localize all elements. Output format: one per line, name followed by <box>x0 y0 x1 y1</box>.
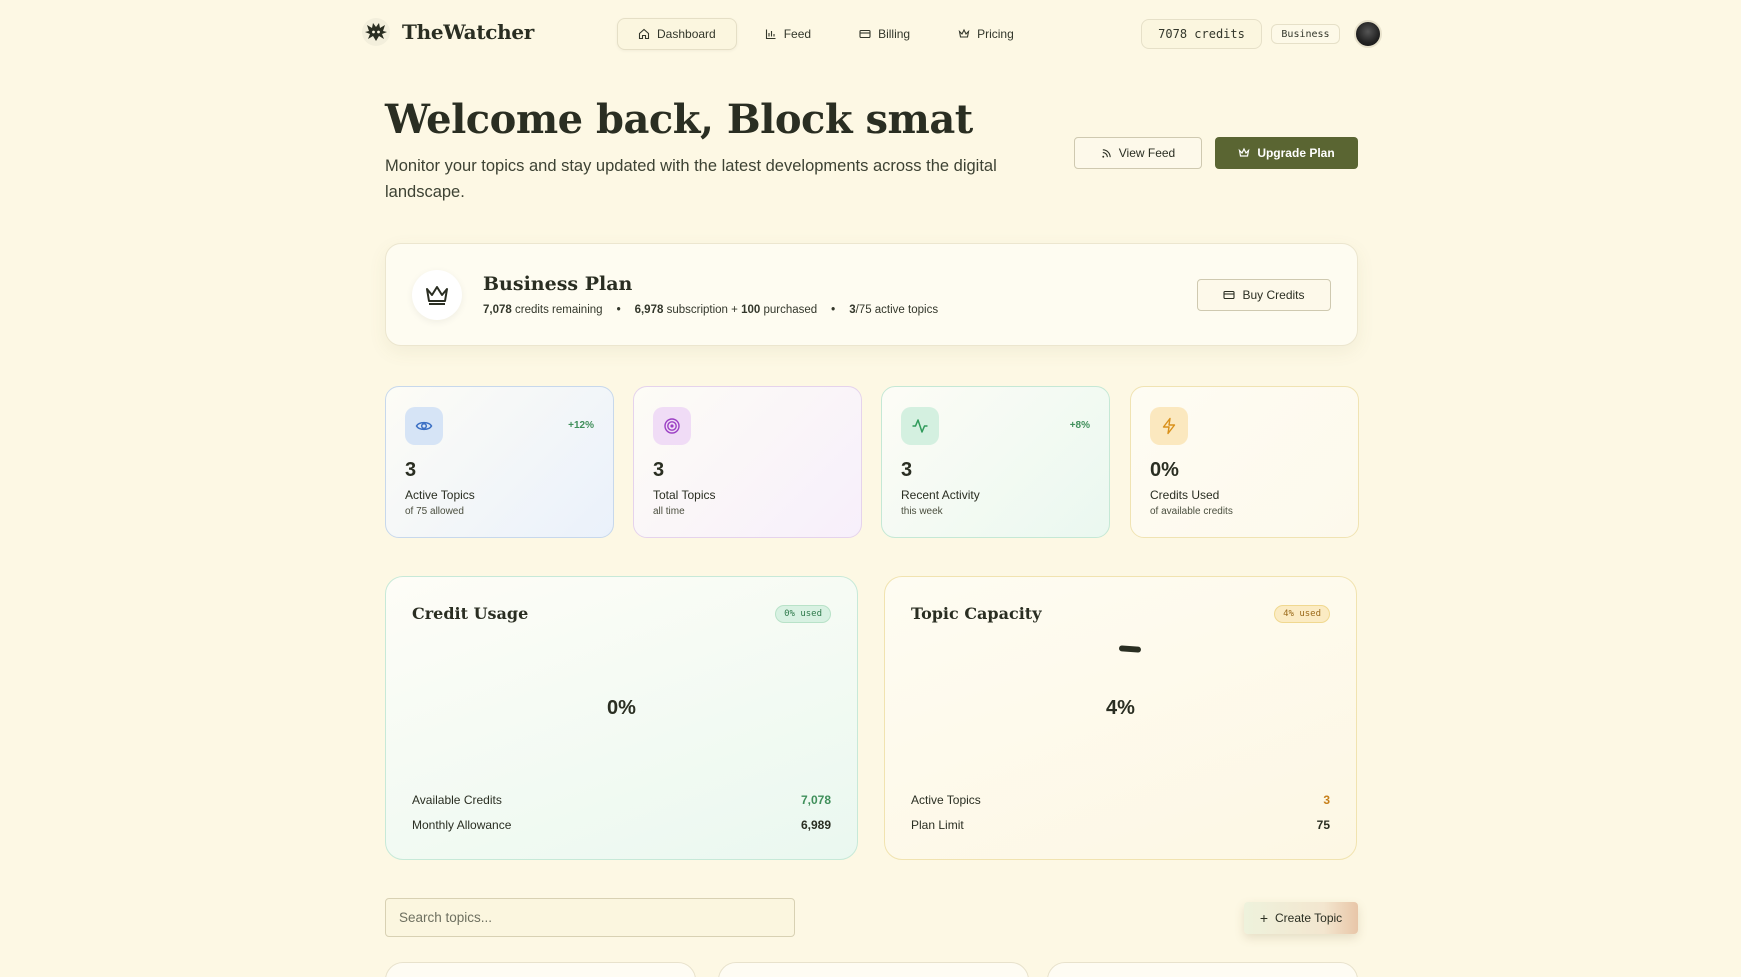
create-topic-button[interactable]: + Create Topic <box>1244 902 1358 934</box>
plan-limit-row: Plan Limit 75 <box>911 818 1330 832</box>
stat-sub: all time <box>653 506 685 517</box>
stat-label: Recent Activity <box>901 488 980 502</box>
crown-icon <box>958 28 970 38</box>
nav-billing-label: Billing <box>878 27 911 41</box>
stat-card-active-topics: +12% 3 Active Topics of 75 allowed <box>385 386 614 538</box>
plan-card: Business Plan 7,078 credits remaining • … <box>385 243 1358 346</box>
nav-billing[interactable]: Billing <box>839 18 930 50</box>
watcher-logo-icon <box>362 18 390 46</box>
stat-label: Credits Used <box>1150 488 1220 502</box>
topic-card[interactable] <box>718 962 1029 977</box>
stat-sub: this week <box>901 506 943 517</box>
bar-chart-icon <box>765 29 776 40</box>
nav-dashboard[interactable]: Dashboard <box>617 18 737 50</box>
create-topic-label: Create Topic <box>1275 911 1343 925</box>
credits-remaining-value: 7,078 <box>483 304 512 316</box>
stat-delta: +12% <box>568 420 594 431</box>
stat-label: Total Topics <box>653 488 716 502</box>
search-input[interactable] <box>385 898 795 937</box>
row-label: Available Credits <box>412 793 502 807</box>
brand-name: TheWatcher <box>402 20 535 44</box>
top-nav: TheWatcher Dashboard Feed Billing Pricin… <box>0 0 1741 68</box>
nav-feed[interactable]: Feed <box>745 18 831 50</box>
rss-icon <box>1102 148 1111 158</box>
stat-card-recent-activity: +8% 3 Recent Activity this week <box>881 386 1110 538</box>
activity-icon <box>901 407 939 445</box>
row-value: 7,078 <box>800 793 831 807</box>
card-icon <box>859 29 871 39</box>
plan-badge: Business <box>1271 24 1340 44</box>
credit-usage-title: Credit Usage <box>412 604 529 623</box>
credits-remaining-label: credits remaining <box>514 304 603 316</box>
card-icon <box>1223 290 1236 300</box>
stat-value: 0% <box>1150 459 1179 481</box>
row-label: Plan Limit <box>911 818 964 832</box>
topic-card[interactable] <box>1047 962 1358 977</box>
crown-icon <box>412 270 462 320</box>
topic-capacity-title: Topic Capacity <box>911 604 1042 623</box>
page-title: Welcome back, Block smat <box>385 96 973 143</box>
separator-dot: • <box>616 304 621 316</box>
active-topics-row: Active Topics 3 <box>911 793 1330 807</box>
upgrade-plan-button[interactable]: Upgrade Plan <box>1215 137 1358 169</box>
eye-icon <box>405 407 443 445</box>
credit-usage-percent: 0% <box>607 697 636 719</box>
view-feed-label: View Feed <box>1118 146 1176 160</box>
target-icon <box>653 407 691 445</box>
brand[interactable]: TheWatcher <box>362 18 534 46</box>
stat-sub: of 75 allowed <box>405 506 464 517</box>
credit-usage-panel: Credit Usage 0% used 0% Available Credit… <box>385 576 858 860</box>
stat-delta: +8% <box>1069 420 1090 431</box>
avatar[interactable] <box>1354 20 1382 48</box>
subscription-label: subscription + <box>666 304 738 316</box>
plan-title: Business Plan <box>483 273 633 295</box>
stat-label: Active Topics <box>405 488 475 502</box>
stat-card-total-topics: 3 Total Topics all time <box>633 386 862 538</box>
page-subtitle: Monitor your topics and stay updated wit… <box>385 157 997 201</box>
nav-dashboard-label: Dashboard <box>657 27 716 41</box>
row-label: Monthly Allowance <box>412 818 512 832</box>
row-label: Active Topics <box>911 793 981 807</box>
row-value: 75 <box>1316 818 1330 832</box>
nav-pricing[interactable]: Pricing <box>938 18 1034 50</box>
gauge-indicator <box>1118 645 1142 653</box>
nav-pricing-label: Pricing <box>977 27 1014 41</box>
subscription-value: 6,978 <box>634 304 664 316</box>
upgrade-plan-label: Upgrade Plan <box>1257 146 1335 160</box>
plus-icon: + <box>1259 910 1269 926</box>
home-icon <box>638 28 650 40</box>
stat-value: 3 <box>653 459 665 481</box>
nav-links: Dashboard Feed Billing Pricing <box>617 18 1034 50</box>
view-feed-button[interactable]: View Feed <box>1074 137 1202 169</box>
topic-capacity-percent: 4% <box>1106 697 1135 719</box>
crown-icon <box>1238 147 1250 157</box>
buy-credits-button[interactable]: Buy Credits <box>1197 279 1331 311</box>
credit-usage-badge: 0% used <box>775 605 831 623</box>
row-value: 3 <box>1323 793 1330 807</box>
available-credits-row: Available Credits 7,078 <box>412 793 831 807</box>
active-topics-label: /75 active topics <box>855 304 939 316</box>
nav-feed-label: Feed <box>783 27 812 41</box>
monthly-allowance-row: Monthly Allowance 6,989 <box>412 818 831 832</box>
buy-credits-label: Buy Credits <box>1242 288 1305 302</box>
lightning-icon <box>1150 407 1188 445</box>
topic-capacity-panel: Topic Capacity 4% used 4% Active Topics … <box>884 576 1357 860</box>
separator-dot: • <box>831 304 836 316</box>
row-value: 6,989 <box>800 818 831 832</box>
credits-pill[interactable]: 7078 credits <box>1141 19 1262 49</box>
topic-capacity-badge: 4% used <box>1274 605 1330 623</box>
stat-value: 3 <box>405 459 417 481</box>
stat-value: 3 <box>901 459 913 481</box>
topic-card[interactable] <box>385 962 696 977</box>
stat-card-credits-used: 0% Credits Used of available credits <box>1130 386 1359 538</box>
plan-meta: 7,078 credits remaining • 6,978 subscrip… <box>483 304 938 316</box>
purchased-value: 100 <box>741 304 761 316</box>
stat-sub: of available credits <box>1150 506 1233 517</box>
purchased-label: purchased <box>763 304 818 316</box>
